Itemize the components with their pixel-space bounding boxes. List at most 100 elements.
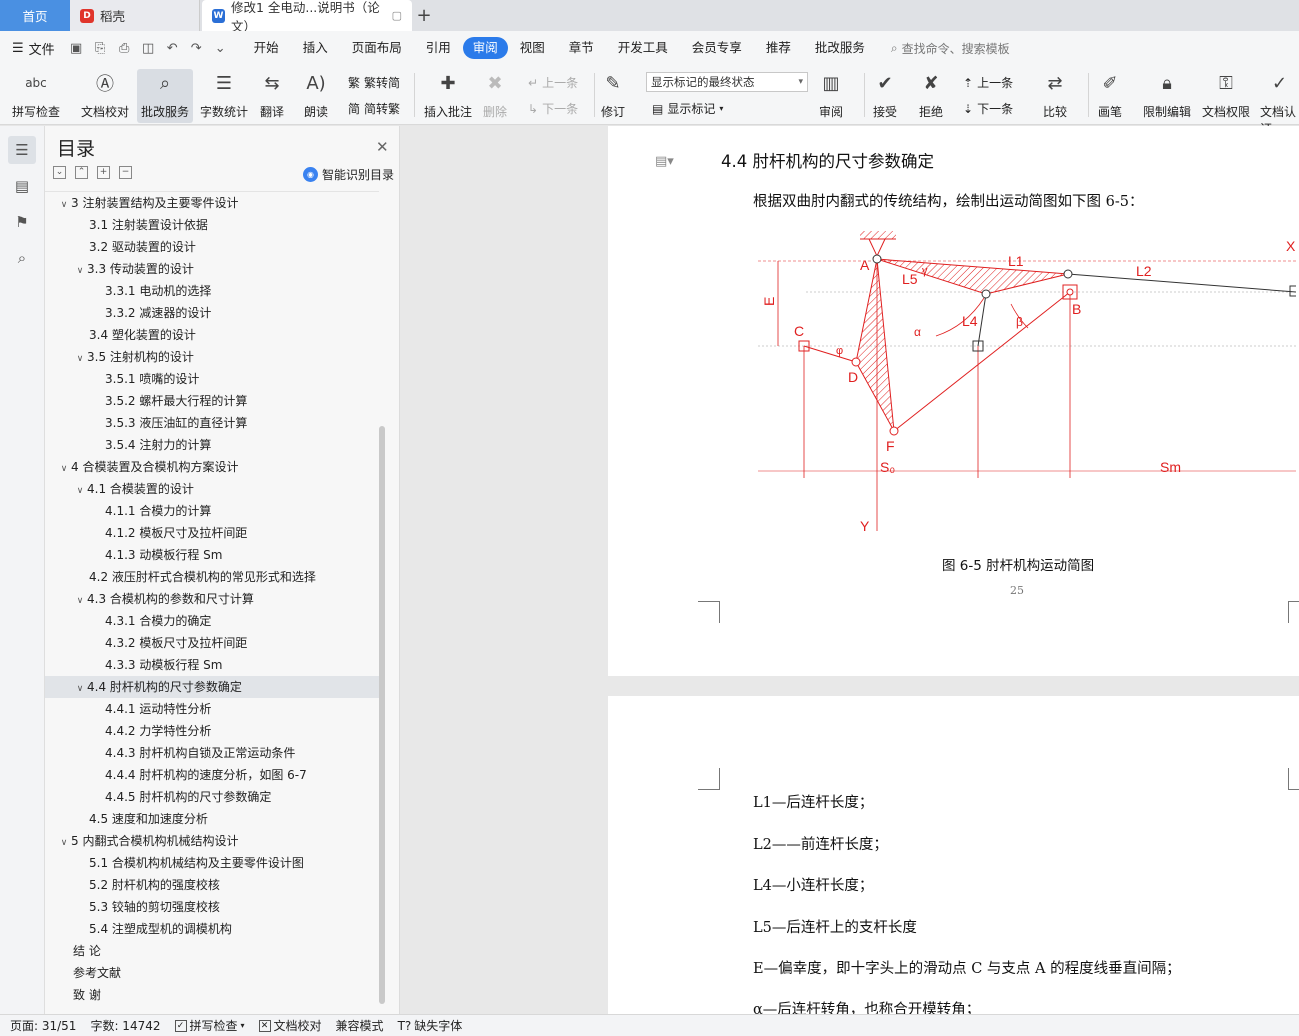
toc-item[interactable]: 3.5.1 喷嘴的设计 bbox=[45, 368, 379, 390]
tab-daoke[interactable]: D 稻壳 bbox=[70, 0, 200, 31]
correction-service-button[interactable]: ⌕ 批改服务 bbox=[137, 69, 194, 123]
toc-item[interactable]: 4.4.5 肘杆机构的尺寸参数确定 bbox=[45, 786, 379, 808]
print-preview-icon[interactable]: ◫ bbox=[141, 41, 156, 56]
toc-item[interactable]: 3.4 塑化装置的设计 bbox=[45, 324, 379, 346]
export-pdf-icon[interactable]: ⎘ bbox=[93, 41, 108, 56]
read-aloud-button[interactable]: A) 朗读 bbox=[303, 69, 329, 120]
chevron-down-icon[interactable]: ∨ bbox=[73, 260, 87, 282]
smart-toc-button[interactable]: ◉ 智能识别目录 bbox=[303, 166, 394, 183]
save-icon[interactable]: ▣ bbox=[69, 41, 84, 56]
toc-item[interactable]: 4.4.1 运动特性分析 bbox=[45, 698, 379, 720]
remove-level-icon[interactable]: − bbox=[119, 166, 132, 179]
restrict-edit-button[interactable]: 🔒︎ 限制编辑 bbox=[1143, 69, 1191, 120]
doc-permission-button[interactable]: ⚿ 文档权限 bbox=[1202, 69, 1250, 120]
chevron-down-icon[interactable]: ∨ bbox=[57, 458, 71, 480]
accept-button[interactable]: ✔ 接受 bbox=[872, 69, 898, 120]
trad-to-simp-button[interactable]: 繁繁转简 bbox=[348, 74, 400, 91]
chevron-down-icon[interactable]: ∨ bbox=[57, 832, 71, 854]
paragraph-options-icon[interactable]: ▤▾ bbox=[655, 154, 674, 169]
menu-tab[interactable]: 引用 bbox=[414, 37, 463, 59]
show-markup-button[interactable]: ▤ 显示标记 ▾ bbox=[652, 100, 723, 117]
chevron-down-icon[interactable]: ∨ bbox=[73, 480, 87, 502]
toc-item[interactable]: ∨ 3.5 注射机构的设计 bbox=[45, 346, 379, 368]
add-level-icon[interactable]: + bbox=[97, 166, 110, 179]
review-pane-button[interactable]: ▥ 审阅 bbox=[818, 69, 844, 120]
word-count[interactable]: 字数: 14742 bbox=[90, 1017, 160, 1034]
undo-icon[interactable]: ↶ bbox=[165, 41, 180, 56]
close-icon[interactable]: ✕ bbox=[376, 138, 389, 156]
compare-button[interactable]: ⇄ 比较 bbox=[1042, 69, 1068, 120]
toc-item[interactable]: 5.1 合模机构机械结构及主要零件设计图 bbox=[45, 852, 379, 874]
toc-item[interactable]: ∨ 4 合模装置及合模机构方案设计 bbox=[45, 456, 379, 478]
print-icon[interactable]: ⎙ bbox=[117, 41, 132, 56]
page-indicator[interactable]: 页面: 31/51 bbox=[10, 1017, 76, 1034]
menu-tab[interactable]: 审阅 bbox=[462, 37, 508, 59]
toc-item[interactable]: ∨ 4.3 合模机构的参数和尺寸计算 bbox=[45, 588, 379, 610]
customize-icon[interactable]: ⌄ bbox=[213, 41, 228, 56]
prev-comment-button[interactable]: ↵ 上一条 bbox=[528, 74, 578, 91]
status-doccheck[interactable]: ✕ 文档校对 bbox=[258, 1017, 322, 1034]
toc-item[interactable]: 4.3.2 模板尺寸及拉杆间距 bbox=[45, 632, 379, 654]
prev-change-button[interactable]: ⇡ 上一条 bbox=[963, 74, 1013, 91]
spellcheck-button[interactable]: abc 拼写检查 bbox=[12, 69, 60, 120]
toc-item[interactable]: 3.2 驱动装置的设计 bbox=[45, 236, 379, 258]
toc-item[interactable]: ∨ 3.3 传动装置的设计 bbox=[45, 258, 379, 280]
chevron-down-icon[interactable]: ∨ bbox=[57, 194, 71, 216]
toc-item[interactable]: 致 谢 bbox=[45, 984, 379, 1006]
toc-item[interactable]: ∨ 4.4 肘杆机构的尺寸参数确定 bbox=[45, 676, 379, 698]
chevron-down-icon[interactable]: ∨ bbox=[73, 590, 87, 612]
tab-close-icon[interactable]: ▢ bbox=[392, 9, 402, 22]
next-change-button[interactable]: ⇣ 下一条 bbox=[963, 100, 1013, 117]
menu-tab[interactable]: 推荐 bbox=[754, 37, 803, 59]
tab-home[interactable]: 首页 bbox=[0, 0, 70, 31]
translate-button[interactable]: ⇆ 翻译 bbox=[259, 69, 285, 120]
toc-item[interactable]: 5.4 注塑成型机的调模机构 bbox=[45, 918, 379, 940]
collapse-all-icon[interactable]: ⌃ bbox=[75, 166, 88, 179]
menu-tab[interactable]: 页面布局 bbox=[340, 37, 414, 59]
toc-item[interactable]: 结 论 bbox=[45, 940, 379, 962]
menu-tab[interactable]: 视图 bbox=[508, 37, 557, 59]
toc-item[interactable]: 4.5 速度和加速度分析 bbox=[45, 808, 379, 830]
menu-tab[interactable]: 开发工具 bbox=[606, 37, 680, 59]
delete-comment-button[interactable]: ✖ 删除 bbox=[482, 69, 508, 120]
toc-scrollbar[interactable] bbox=[379, 426, 385, 1004]
toc-item[interactable]: 4.3.1 合模力的确定 bbox=[45, 610, 379, 632]
toc-item[interactable]: 3.5.2 螺杆最大行程的计算 bbox=[45, 390, 379, 412]
toc-item[interactable]: 3.1 注射装置设计依据 bbox=[45, 214, 379, 236]
toc-item[interactable]: ∨ 4.1 合模装置的设计 bbox=[45, 478, 379, 500]
simp-to-trad-button[interactable]: 简简转繁 bbox=[348, 100, 400, 117]
file-menu[interactable]: ☰ 文件 bbox=[12, 39, 55, 58]
toc-item[interactable]: ∨ 3 注射装置结构及主要零件设计 bbox=[45, 192, 379, 214]
command-search[interactable]: ⌕ 查找命令、搜索模板 bbox=[891, 40, 1010, 57]
next-comment-button[interactable]: ↳ 下一条 bbox=[528, 100, 578, 117]
toc-item[interactable]: ∨ 5 内翻式合模机构机械结构设计 bbox=[45, 830, 379, 852]
toc-item[interactable]: 参考文献 bbox=[45, 962, 379, 984]
toc-item[interactable]: 3.3.2 减速器的设计 bbox=[45, 302, 379, 324]
toc-item[interactable]: 4.3.3 动模板行程 Sm bbox=[45, 654, 379, 676]
toc-item[interactable]: 4.1.3 动模板行程 Sm bbox=[45, 544, 379, 566]
redo-icon[interactable]: ↷ bbox=[189, 41, 204, 56]
toc-item[interactable]: 3.5.4 注射力的计算 bbox=[45, 434, 379, 456]
expand-all-icon[interactable]: ⌄ bbox=[53, 166, 66, 179]
missing-font[interactable]: T? 缺失字体 bbox=[398, 1017, 463, 1034]
markup-state-dropdown[interactable]: 显示标记的最终状态 ▾ bbox=[646, 72, 808, 92]
toc-panel-icon[interactable]: ☰ bbox=[8, 136, 36, 164]
wordcount-button[interactable]: ☰ 字数统计 bbox=[200, 69, 248, 120]
chevron-down-icon[interactable]: ∨ bbox=[73, 348, 87, 370]
tab-document[interactable]: W 修改1 全电动...说明书（论文） ▢ bbox=[202, 0, 412, 34]
track-changes-button[interactable]: ✎ 修订 bbox=[600, 69, 626, 120]
reject-button[interactable]: ✘ 拒绝 bbox=[918, 69, 944, 120]
doccheck-button[interactable]: Ⓐ 文档校对 bbox=[81, 69, 129, 120]
toc-item[interactable]: 4.2 液压肘杆式合模机构的常见形式和选择 bbox=[45, 566, 379, 588]
menu-tab[interactable]: 插入 bbox=[291, 37, 340, 59]
toc-item[interactable]: 5.3 铰轴的剪切强度校核 bbox=[45, 896, 379, 918]
chevron-down-icon[interactable]: ∨ bbox=[73, 678, 87, 700]
toc-item[interactable]: 3.5.3 液压油缸的直径计算 bbox=[45, 412, 379, 434]
bookmark-icon[interactable]: ⚑ bbox=[8, 208, 36, 236]
toc-item[interactable]: 5.2 肘杆机构的强度校核 bbox=[45, 874, 379, 896]
menu-tab[interactable]: 会员专享 bbox=[680, 37, 754, 59]
menu-tab[interactable]: 批改服务 bbox=[803, 37, 877, 59]
new-tab-button[interactable]: + bbox=[412, 0, 436, 31]
toc-item[interactable]: 4.1.2 模板尺寸及拉杆间距 bbox=[45, 522, 379, 544]
menu-tab[interactable]: 开始 bbox=[242, 37, 291, 59]
